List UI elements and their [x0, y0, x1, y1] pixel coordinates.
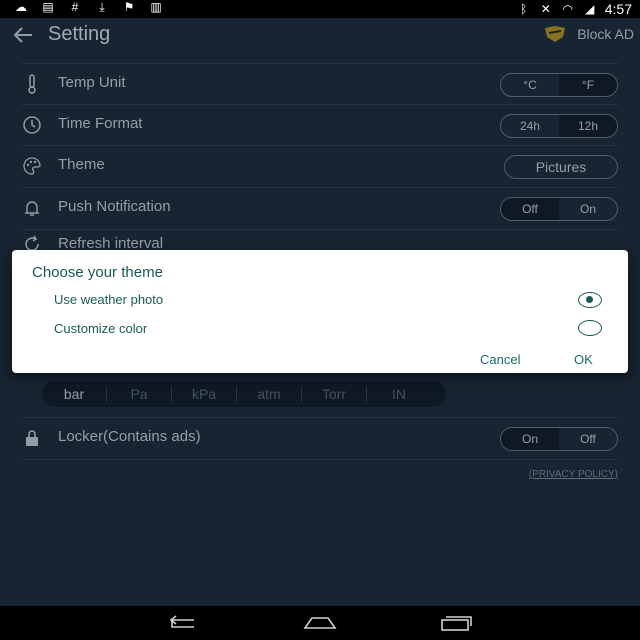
radio-selected-dot — [586, 296, 593, 303]
recent-apps-icon[interactable] — [438, 614, 474, 632]
bluetooth-icon: ᛒ — [520, 1, 528, 16]
radio-use-weather-photo[interactable] — [578, 292, 602, 308]
wifi-icon: ◠ — [562, 1, 573, 16]
status-time: 4:57 — [604, 1, 632, 17]
flag-icon: ⚑ — [123, 0, 135, 14]
screen: ☁ ▤ # ⤓ ⚑ ▥ ᛒ ✕ ◠ ◢ 4:57 Setting Block A… — [0, 0, 640, 640]
cloud-icon: ☁ — [15, 0, 27, 14]
download-icon: ⤓ — [99, 0, 105, 14]
barcode-icon: ▥ — [150, 0, 162, 14]
option-use-weather-photo[interactable]: Use weather photo — [54, 292, 163, 307]
settings-screen: Setting Block AD Temp Unit °C °F Time Fo… — [0, 18, 640, 606]
hash-icon: # — [71, 0, 79, 14]
home-icon[interactable] — [302, 614, 338, 632]
ok-button[interactable]: OK — [574, 352, 593, 367]
dialog-title: Choose your theme — [32, 264, 163, 281]
option-customize-color[interactable]: Customize color — [54, 321, 147, 336]
status-bar: ☁ ▤ # ⤓ ⚑ ▥ ᛒ ✕ ◠ ◢ 4:57 — [0, 0, 640, 18]
theme-dialog: Choose your theme Use weather photo Cust… — [12, 250, 628, 373]
back-icon[interactable] — [164, 614, 200, 632]
mute-icon: ✕ — [540, 1, 551, 16]
printer-icon: ▤ — [42, 0, 54, 14]
cancel-button[interactable]: Cancel — [480, 352, 520, 367]
signal-icon: ◢ — [585, 1, 595, 16]
radio-customize-color[interactable] — [578, 320, 602, 336]
navigation-bar — [0, 606, 640, 640]
